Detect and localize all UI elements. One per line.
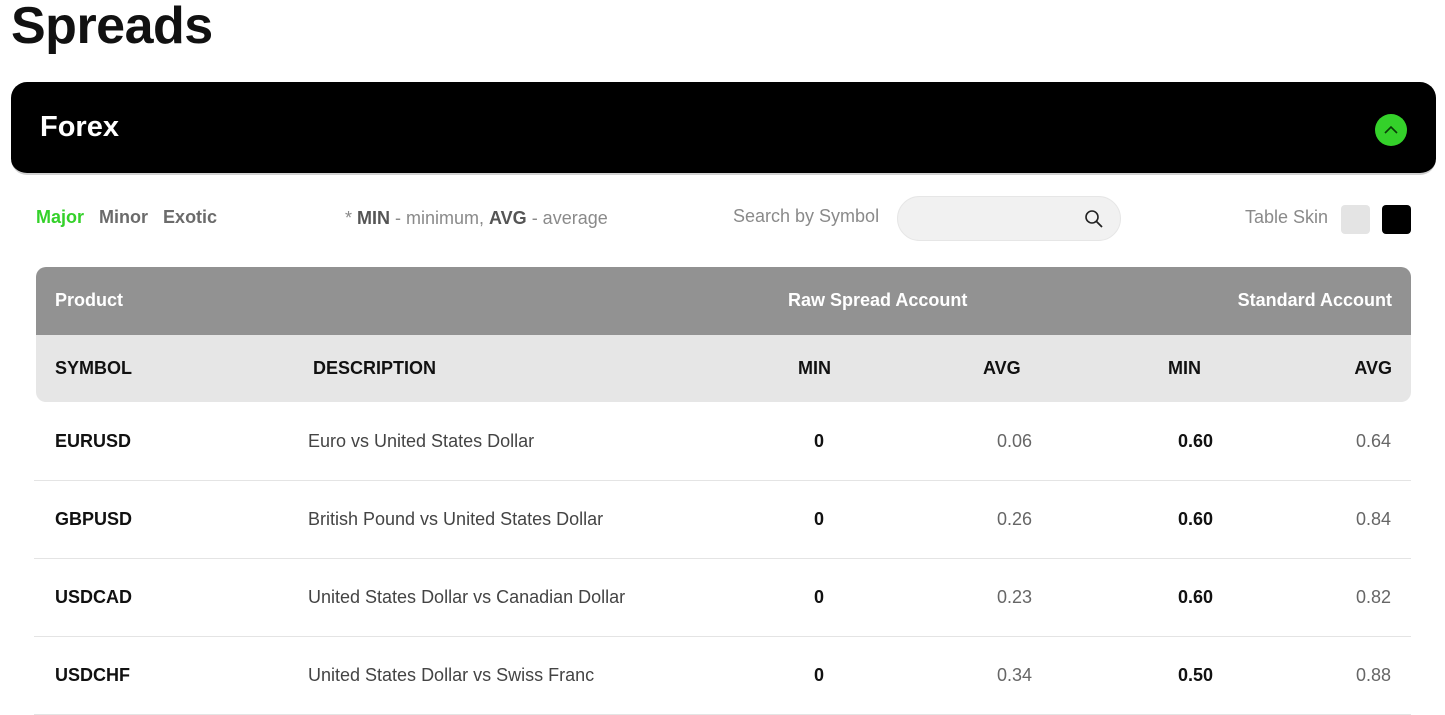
skin-light-swatch[interactable]	[1341, 205, 1370, 234]
cell-symbol: EURUSD	[55, 431, 132, 451]
col-raw-avg: AVG	[983, 358, 1021, 378]
cell-std-min: 0.60	[1177, 509, 1213, 529]
cell-symbol: USDCAD	[55, 587, 133, 607]
cell-std-avg: 0.88	[1355, 665, 1391, 685]
skin-dark-swatch[interactable]	[1382, 205, 1411, 234]
cell-std-min: 0.50	[1177, 665, 1213, 685]
legend-avg-text: - average	[526, 208, 608, 228]
legend-note: * MIN - minimum, AVG - average	[345, 208, 608, 229]
table-skin-label: Table Skin	[1245, 207, 1329, 227]
cell-raw-avg: 0.34	[996, 665, 1032, 685]
category-tabs: Major Minor Exotic	[36, 207, 227, 228]
col-description: DESCRIPTION	[313, 358, 437, 378]
cell-description: British Pound vs United States Dollar	[308, 509, 604, 529]
chevron-up-icon	[1384, 125, 1398, 134]
table-row[interactable]: GBPUSD British Pound vs United States Do…	[34, 480, 1411, 559]
cell-raw-avg: 0.06	[996, 431, 1032, 451]
page-title: Spreads	[11, 0, 213, 55]
cell-raw-min: 0	[814, 431, 825, 451]
legend-avg-key: AVG	[489, 208, 527, 228]
table-column-header: SYMBOL DESCRIPTION MIN AVG MIN AVG	[36, 335, 1411, 402]
search-input[interactable]	[912, 207, 1076, 233]
cell-description: United States Dollar vs Swiss Franc	[308, 665, 595, 685]
legend-min-text: - minimum,	[390, 208, 490, 228]
cell-std-avg: 0.82	[1355, 587, 1391, 607]
legend-min-key: MIN	[357, 208, 391, 228]
cell-std-min: 0.60	[1177, 431, 1213, 451]
collapse-button[interactable]	[1375, 114, 1407, 146]
cell-raw-min: 0	[814, 587, 825, 607]
cell-std-avg: 0.64	[1355, 431, 1391, 451]
col-symbol: SYMBOL	[55, 358, 133, 378]
tab-exotic[interactable]: Exotic	[163, 207, 217, 227]
forex-section-header[interactable]: Forex	[11, 82, 1436, 175]
table-group-header: Product Raw Spread Account Standard Acco…	[36, 267, 1411, 335]
cell-std-min: 0.60	[1177, 587, 1213, 607]
search-label: Search by Symbol	[733, 206, 880, 226]
cell-raw-min: 0	[814, 665, 825, 685]
table-row[interactable]: EURUSD Euro vs United States Dollar 0 0.…	[34, 402, 1411, 481]
tab-minor[interactable]: Minor	[99, 207, 148, 227]
tab-major[interactable]: Major	[36, 207, 84, 227]
legend-prefix: *	[345, 208, 358, 228]
search-icon[interactable]	[1084, 209, 1104, 229]
group-raw-spread: Raw Spread Account	[788, 290, 968, 310]
cell-raw-avg: 0.23	[996, 587, 1032, 607]
col-raw-min: MIN	[798, 358, 831, 378]
cell-description: United States Dollar vs Canadian Dollar	[308, 587, 626, 607]
table-row[interactable]: USDCAD United States Dollar vs Canadian …	[34, 558, 1411, 637]
cell-raw-avg: 0.26	[996, 509, 1032, 529]
search-box[interactable]	[897, 196, 1121, 241]
section-title: Forex	[40, 111, 119, 143]
group-standard: Standard Account	[1237, 290, 1392, 310]
group-product: Product	[55, 290, 124, 310]
cell-symbol: USDCHF	[55, 665, 130, 685]
cell-std-avg: 0.84	[1355, 509, 1391, 529]
cell-raw-min: 0	[814, 509, 825, 529]
cell-symbol: GBPUSD	[55, 509, 133, 529]
cell-description: Euro vs United States Dollar	[308, 431, 535, 451]
col-std-min: MIN	[1168, 358, 1201, 378]
table-row[interactable]: USDCHF United States Dollar vs Swiss Fra…	[34, 636, 1411, 715]
col-std-avg: AVG	[1354, 358, 1392, 378]
